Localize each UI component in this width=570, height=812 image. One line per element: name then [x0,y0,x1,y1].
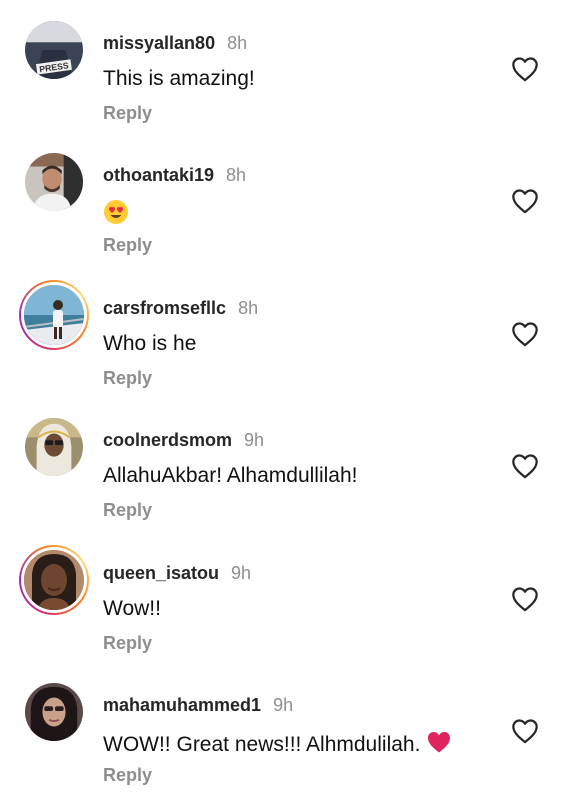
avatar-image: PRESS [25,21,83,79]
comment-item: carsfromsefllc 8h Who is he Reply [0,280,570,415]
comment-item: queen_isatou 9h Wow!! Reply [0,545,570,680]
comment-text: This is amazing! [103,67,255,90]
like-heart-icon[interactable] [511,321,539,347]
comment-item: othoantaki19 8h Reply [0,150,570,282]
username-text[interactable]: carsfromsefllc [103,298,226,318]
username-text[interactable]: othoantaki19 [103,165,214,185]
story-ring[interactable] [19,280,89,350]
comment-item: coolnerdsmom 9h AllahuAkbar! Alhamdullila… [0,415,570,547]
reply-button[interactable]: Reply [103,368,152,389]
avatar[interactable] [25,683,83,741]
like-heart-icon[interactable] [511,453,539,479]
comment-time: 9h [231,563,252,583]
comment-username[interactable]: carsfromsefllc 8h [103,298,258,319]
comment-text: WOW!! Great news!!! Alhmdulilah. [103,729,452,757]
comment-item: mahamuhammed1 9h WOW!! Great news!!! Alhm… [0,680,570,812]
reply-button[interactable]: Reply [103,235,152,256]
comment-text: Wow!! [103,597,161,620]
comment-username[interactable]: mahamuhammed1 9h [103,695,293,716]
comment-time: 8h [226,165,247,185]
like-heart-icon[interactable] [511,56,539,82]
reply-button[interactable]: Reply [103,103,152,124]
comment-time: 9h [244,430,265,450]
reply-button[interactable]: Reply [103,633,152,654]
comment-text: AllahuAkbar! Alhamdullilah! [103,464,358,487]
avatar-image [24,285,84,345]
avatar-wrap[interactable] [24,682,84,742]
story-ring[interactable] [19,545,89,615]
avatar[interactable] [21,282,87,348]
like-heart-icon[interactable] [511,718,539,744]
like-heart-icon[interactable] [511,586,539,612]
avatar[interactable] [25,153,83,211]
comment-text: Who is he [103,332,197,355]
username-text[interactable]: queen_isatou [103,563,219,583]
username-text[interactable]: mahamuhammed1 [103,695,261,715]
reply-button[interactable]: Reply [103,765,152,786]
avatar[interactable]: PRESS [25,21,83,79]
avatar[interactable] [25,418,83,476]
comment-item: PRESS missyallan80 8h This is amazing! Re… [0,18,570,150]
avatar-image [25,153,83,211]
comment-time: 8h [227,33,248,53]
comment-text [103,199,129,227]
comment-time: 9h [273,695,294,715]
comment-username[interactable]: othoantaki19 8h [103,165,246,186]
heart-eyes-emoji-icon [104,200,128,224]
red-heart-emoji-icon [428,732,451,753]
reply-button[interactable]: Reply [103,500,152,521]
avatar-wrap[interactable] [24,417,84,477]
comment-username[interactable]: coolnerdsmom 9h [103,430,264,451]
comment-time: 8h [238,298,259,318]
avatar-image [24,550,84,610]
comment-username[interactable]: queen_isatou 9h [103,563,251,584]
avatar-image [25,683,83,741]
comment-text-content: WOW!! Great news!!! Alhmdulilah. [103,733,427,756]
username-text[interactable]: coolnerdsmom [103,430,232,450]
avatar[interactable] [21,547,87,613]
avatar-wrap[interactable] [24,152,84,212]
username-text[interactable]: missyallan80 [103,33,215,53]
comment-username[interactable]: missyallan80 8h [103,33,247,54]
avatar-image [25,418,83,476]
like-heart-icon[interactable] [511,188,539,214]
avatar-wrap[interactable]: PRESS [24,20,84,80]
